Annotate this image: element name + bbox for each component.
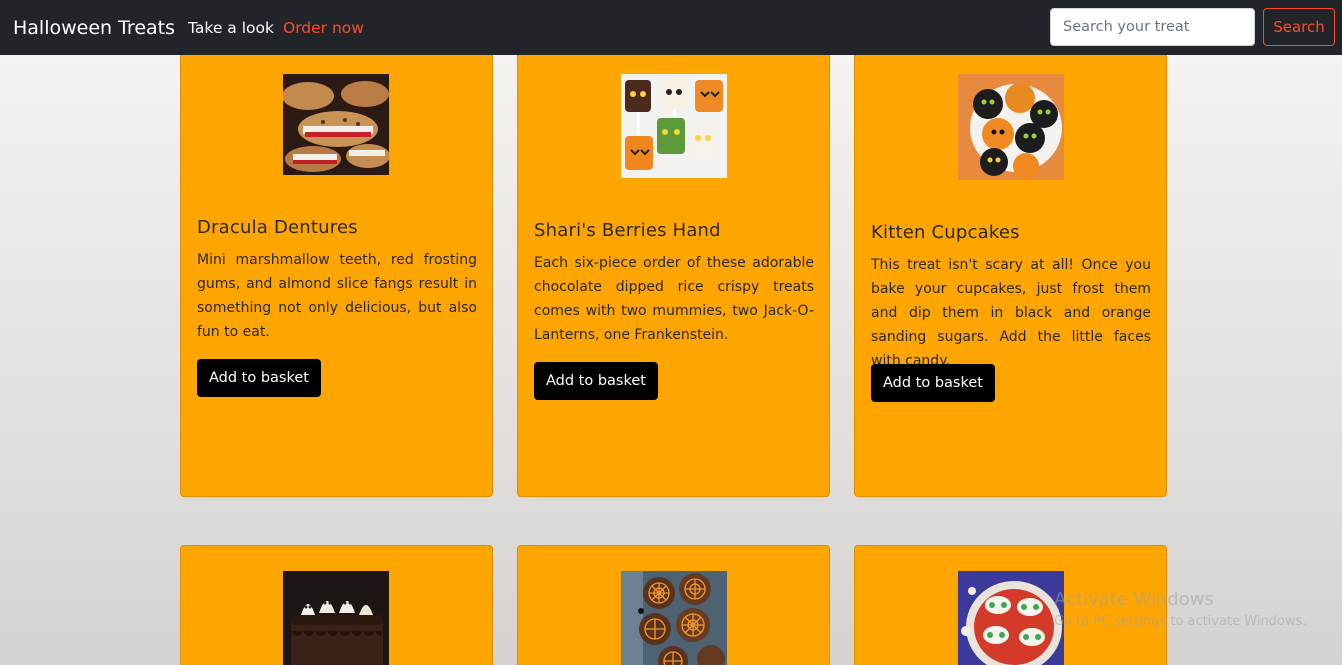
- product-card-kitten-cupcakes: Kitten Cupcakes This treat isn't scary a…: [854, 45, 1167, 497]
- product-card-spiderweb-cookies: [517, 545, 830, 665]
- product-card-dracula-dentures: Dracula Dentures Mini marshmallow teeth,…: [180, 45, 493, 497]
- monster-eye-platter-image: [958, 571, 1064, 665]
- product-card-chocolate-ghost-cake: [180, 545, 493, 665]
- activate-windows-watermark-title: Activate Windows: [1054, 589, 1214, 610]
- spiderweb-cookies-image: [621, 571, 727, 665]
- nav-link-order-now[interactable]: Order now: [283, 17, 364, 39]
- rice-crispy-pops-image: [621, 74, 727, 178]
- chocolate-ghost-cake-image: [283, 571, 389, 665]
- card-title: Kitten Cupcakes: [871, 222, 1020, 243]
- navbar: Halloween Treats Take a look Order now S…: [0, 0, 1342, 55]
- card-title: Shari's Berries Hand: [534, 220, 721, 241]
- kitten-cupcakes-image: [958, 74, 1064, 180]
- add-to-basket-button[interactable]: Add to basket: [534, 362, 658, 400]
- brand-title[interactable]: Halloween Treats: [13, 15, 175, 41]
- product-card-sharis-berries-hand: Shari's Berries Hand Each six-piece orde…: [517, 45, 830, 497]
- search-input[interactable]: [1050, 8, 1255, 46]
- activate-windows-watermark-subtitle: Go to PC settings to activate Windows.: [1054, 614, 1307, 629]
- card-title: Dracula Dentures: [197, 217, 358, 238]
- dracula-dentures-image: [283, 74, 389, 175]
- card-description: Mini marshmallow teeth, red frosting gum…: [197, 252, 477, 340]
- card-description: This treat isn't scary at all! Once you …: [871, 257, 1151, 369]
- add-to-basket-button[interactable]: Add to basket: [197, 359, 321, 397]
- add-to-basket-button[interactable]: Add to basket: [871, 364, 995, 402]
- search-button[interactable]: Search: [1263, 8, 1335, 46]
- card-description: Each six-piece order of these adorable c…: [534, 255, 814, 343]
- nav-link-take-a-look[interactable]: Take a look: [188, 17, 274, 39]
